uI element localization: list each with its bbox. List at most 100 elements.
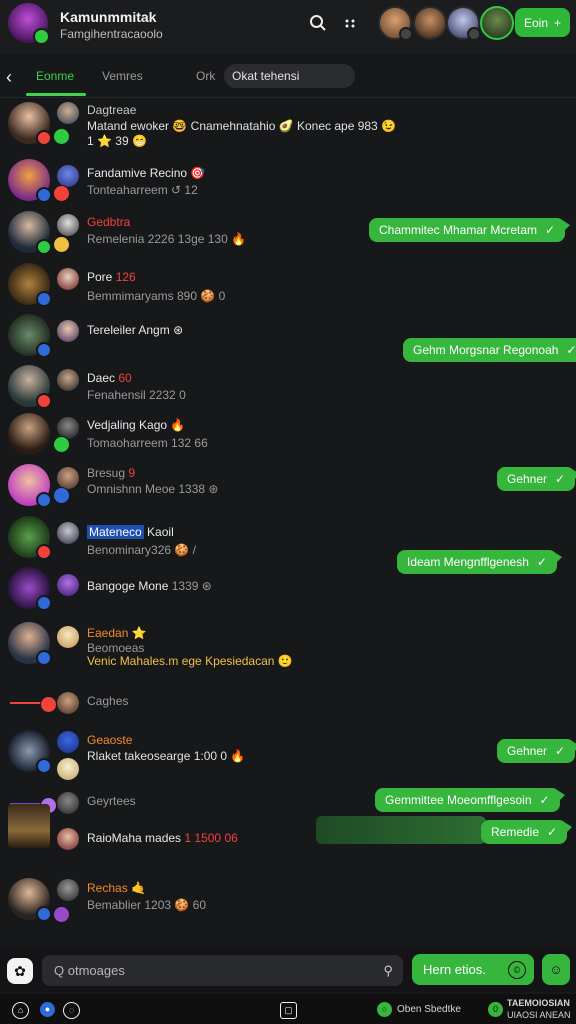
plus-icon: + <box>554 15 562 30</box>
chat-row[interactable]: Dagtreae Matand ewoker 🤓 Cnamehnatahio 🥑… <box>0 100 576 156</box>
chat-preview: Benominary326 🍪 / <box>87 543 196 557</box>
message-bubble[interactable]: Gemmittee Moeomfflgesoin ✓ <box>375 788 565 812</box>
logo-icon: 0 <box>488 1002 503 1017</box>
avatar <box>8 211 52 255</box>
chat-row[interactable]: Bresug 9 Omnishnn Meoe 1338 ⊛ <box>0 462 576 514</box>
chat-preview: Matand ewoker 🤓 Cnamehnatahio 🥑 Koneс ap… <box>87 119 396 133</box>
camera-icon[interactable]: ▢ <box>280 1002 297 1019</box>
chat-row[interactable]: Pore 126 Bemmimaryams 890 🍪 0 <box>0 262 576 312</box>
message-bubble[interactable]: Chammitec Mhamar Mcretam ✓ <box>369 218 571 242</box>
status-badge <box>53 128 70 145</box>
contact-avatar[interactable] <box>446 6 481 41</box>
name-tag: 1 1500 06 <box>184 831 238 845</box>
chat-name: Fandamive Recino 🎯 <box>87 166 206 180</box>
status-badge <box>36 239 52 255</box>
footer-text-2: UIAOSI ANEAN <box>507 1010 571 1020</box>
chat-name: Pore 126 <box>87 270 136 284</box>
mic-icon[interactable]: ⚲ <box>383 955 393 986</box>
send-button[interactable]: Hern etios. © <box>412 954 534 985</box>
avatar <box>8 730 52 774</box>
chat-preview: Bemmimaryams 890 🍪 0 <box>87 289 226 303</box>
name-tag: 9 <box>128 466 136 480</box>
tab-search-field[interactable]: Okat tehensi <box>224 64 355 88</box>
new-chat-button[interactable]: Eoin + <box>515 8 570 37</box>
app-header: Kamunmmitak Famgihentracaoolo Eoin + <box>0 0 576 54</box>
sub-avatar <box>57 731 79 753</box>
chat-row[interactable]: Daec 60 Fenahensil 2232 0 <box>0 364 576 414</box>
name-emoji: 🔥 <box>170 418 186 432</box>
chat-name: Eaedan ⭐ <box>87 626 147 640</box>
footer-text-1: TAEMOIOSIAN <box>507 998 570 1008</box>
app-avatar[interactable] <box>8 3 50 45</box>
avatar <box>8 413 50 455</box>
message-bubble-shadow <box>316 816 486 844</box>
message-input-placeholder: Q otmoages <box>54 963 125 978</box>
tab-home[interactable]: Eonme <box>36 69 74 83</box>
sticker-icon[interactable]: ✿ <box>7 958 33 984</box>
tab-bar: ‹ Eonme Vemres Ork Okat tehensi <box>0 60 576 96</box>
sub-avatar <box>57 626 79 648</box>
contact-avatar[interactable] <box>378 6 413 41</box>
contact-avatar[interactable] <box>413 6 447 40</box>
contact-avatar[interactable] <box>480 6 514 40</box>
app-subtitle: Famgihentracaoolo <box>60 27 163 41</box>
name-highlight: Mateneco <box>87 525 144 539</box>
name-emoji: ⊛ <box>173 323 184 337</box>
status-icon[interactable]: ○ <box>377 1002 392 1017</box>
check-icon: ✓ <box>566 343 576 357</box>
chat-row[interactable]: Eaedan ⭐ Beomoeas Venic Mahales.m ege Kp… <box>0 620 576 682</box>
more-icon[interactable] <box>339 12 361 34</box>
name-emoji: 🎯 <box>190 166 206 180</box>
search-icon[interactable] <box>307 12 329 34</box>
back-icon[interactable]: ‹ <box>6 67 12 88</box>
message-bubble[interactable]: Gehner ✓ <box>497 739 576 763</box>
message-bubble[interactable]: Remedie ✓ <box>481 820 573 844</box>
chat-preview: Remelenia 2226 13ge 130 🔥 <box>87 232 247 246</box>
status-badge <box>36 342 52 358</box>
chat-preview: Beomoeas <box>87 641 145 655</box>
status-badge <box>36 393 52 409</box>
check-icon: ✓ <box>536 555 547 569</box>
sub-avatar <box>57 758 79 780</box>
profile-icon[interactable]: ● <box>40 1002 55 1017</box>
chat-row[interactable]: Caghes <box>0 688 576 718</box>
message-bubble[interactable]: Gehm Morgsnar Regonoah ✓ <box>403 338 576 362</box>
message-bubble[interactable]: Ideam Mengnfflgenesh ✓ <box>397 550 562 574</box>
check-icon: ✓ <box>555 744 566 758</box>
chat-preview: Geyrtees <box>87 794 136 808</box>
status-badge <box>36 187 52 203</box>
chat-preview: Tonteaharreem ↺ 12 <box>87 183 198 197</box>
avatar <box>8 263 52 307</box>
avatar <box>8 516 52 560</box>
status-badge <box>53 236 70 253</box>
chat-row[interactable]: Fandamive Recino 🎯 Tonteaharreem ↺ 12 <box>0 157 576 209</box>
home-icon[interactable]: ⌂ <box>12 1002 29 1019</box>
avatar <box>8 159 52 203</box>
message-bubble[interactable]: Gehner ✓ <box>497 467 576 491</box>
status-badge <box>53 487 70 504</box>
message-input[interactable]: Q otmoages ⚲ <box>42 955 403 986</box>
emoji-icon[interactable]: ☺ <box>542 954 570 985</box>
chat-name: Dagtreae <box>87 103 137 117</box>
chat-preview: Fenahensil 2232 0 <box>87 388 186 402</box>
sub-avatar <box>57 268 79 290</box>
status-text: Oben Sbedtke <box>397 1004 461 1015</box>
status-badge <box>36 130 52 146</box>
chat-row[interactable]: Geaoste Rlaket takeosearge 1:00 0 🔥 <box>0 728 576 780</box>
status-badge <box>467 27 481 41</box>
sub-avatar <box>57 574 79 596</box>
chat-preview: Caghes <box>87 694 129 708</box>
chat-name: RaioMaha mades 1 1500 06 <box>87 831 238 845</box>
tab-vemres[interactable]: Vemres <box>102 69 143 83</box>
sub-avatar <box>57 828 79 850</box>
chat-icon[interactable]: ◌ <box>63 1002 80 1019</box>
chat-row[interactable]: Rechas 🤙 Bemablier 1203 🍪 60 <box>0 876 576 926</box>
check-icon: ✓ <box>545 223 556 237</box>
name-tag: 60 <box>118 371 132 385</box>
chat-preview-extra: Venic Mahales.m ege Kpesiedacan 🙂 <box>87 654 293 668</box>
chat-row[interactable]: Vedjaling Kago 🔥 Tomaoharreem 132 66 <box>0 412 576 462</box>
chat-preview-extra: 1 ⭐ 39 😁 <box>87 134 147 148</box>
status-badge <box>53 185 70 202</box>
tab-ork[interactable]: Ork <box>196 69 215 83</box>
sub-avatar <box>57 879 79 901</box>
